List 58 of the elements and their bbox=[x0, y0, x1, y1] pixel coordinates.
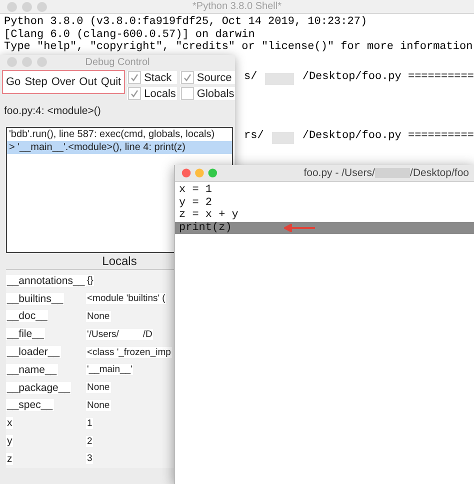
variable-name: __spec__ bbox=[6, 399, 54, 412]
shell-output-line: Python 3.8.0 (v3.8.0:fa919fdf25, Oct 14 2019, 10:23:27) bbox=[4, 16, 368, 28]
window-title: foo.py - /Users/ bbox=[304, 167, 375, 179]
variable-value: 2 bbox=[86, 436, 94, 447]
variable-value: None bbox=[86, 382, 111, 394]
debug-button[interactable]: Quit bbox=[98, 76, 124, 88]
variable-name: __builtins__ bbox=[6, 292, 64, 305]
shell-output-line: Type "help", "copyright", "credits" or "license()" for more information bbox=[4, 41, 473, 53]
variable-name: z bbox=[6, 452, 14, 465]
debug-button[interactable]: Out bbox=[77, 76, 99, 88]
variable-value: <module 'builtins' ( bbox=[86, 293, 166, 304]
debug-button[interactable]: Go bbox=[4, 76, 23, 88]
variable-name: __file__ bbox=[6, 328, 45, 340]
variable-name: x bbox=[6, 417, 14, 430]
option-checkbox[interactable]: Stack bbox=[127, 71, 177, 84]
window-title: Debug Control bbox=[84, 56, 151, 68]
debug-button[interactable]: Over bbox=[49, 76, 78, 88]
window-title: /Desktop/foo bbox=[410, 167, 469, 179]
window-controls-icon[interactable] bbox=[6, 0, 50, 12]
status-label: foo.py:4: <module>() bbox=[4, 105, 102, 117]
variable-value: '__main__' bbox=[86, 364, 134, 376]
checkbox[interactable] bbox=[128, 87, 142, 100]
shell-output-text: rs/ bbox=[244, 130, 264, 144]
code-line: z = x + y bbox=[179, 209, 238, 222]
window-controls-icon[interactable] bbox=[181, 167, 220, 179]
variable-value: 3 bbox=[86, 453, 94, 464]
option-checkbox[interactable]: Source bbox=[180, 71, 236, 84]
stack-frame-item[interactable]: > '__main__'.<module>(), line 4: print(z) bbox=[7, 141, 232, 154]
code-line: print(z) bbox=[179, 222, 232, 234]
checkbox[interactable] bbox=[180, 71, 194, 84]
variable-value: <class '_frozen_imp bbox=[86, 346, 172, 358]
code-line: y = 2 bbox=[179, 196, 212, 210]
variable-value: None bbox=[86, 310, 111, 322]
window-title: *Python 3.8.0 Shell* bbox=[192, 1, 282, 12]
stack-frame-item[interactable]: 'bdb'.run(), line 587: exec(cmd, globals, locals) bbox=[7, 128, 232, 141]
debug-button[interactable]: Step bbox=[22, 76, 50, 88]
variable-value: 1 bbox=[86, 418, 94, 429]
window-controls-icon[interactable] bbox=[6, 56, 50, 68]
shell-output-text: /Desktop/foo.py ========== bbox=[302, 70, 474, 84]
shell-output-text: /Desktop/foo.py ========== bbox=[302, 130, 474, 144]
code-line: x = 1 bbox=[179, 184, 212, 197]
option-checkbox[interactable]: Locals bbox=[127, 87, 177, 100]
variable-value: /D bbox=[142, 328, 154, 340]
variable-name: __annotations__ bbox=[6, 274, 86, 287]
variable-value: '/Users/ bbox=[86, 328, 120, 340]
shell-output-text: s/ bbox=[244, 70, 258, 84]
shell-output-line: [Clang 6.0 (clang-600.0.57)] on darwin bbox=[4, 28, 255, 40]
variable-name: __package__ bbox=[6, 382, 72, 394]
variable-name: __doc__ bbox=[6, 310, 48, 322]
variable-value: {} bbox=[86, 275, 94, 286]
variable-name: y bbox=[6, 435, 14, 448]
pointer-arrow bbox=[284, 224, 316, 232]
option-checkbox[interactable]: Globals bbox=[180, 87, 236, 100]
variable-name: __loader__ bbox=[6, 346, 61, 358]
checkbox[interactable] bbox=[180, 87, 194, 100]
variable-value: None bbox=[86, 400, 111, 411]
checkbox[interactable] bbox=[128, 71, 142, 84]
variable-name: __name__ bbox=[6, 364, 58, 376]
